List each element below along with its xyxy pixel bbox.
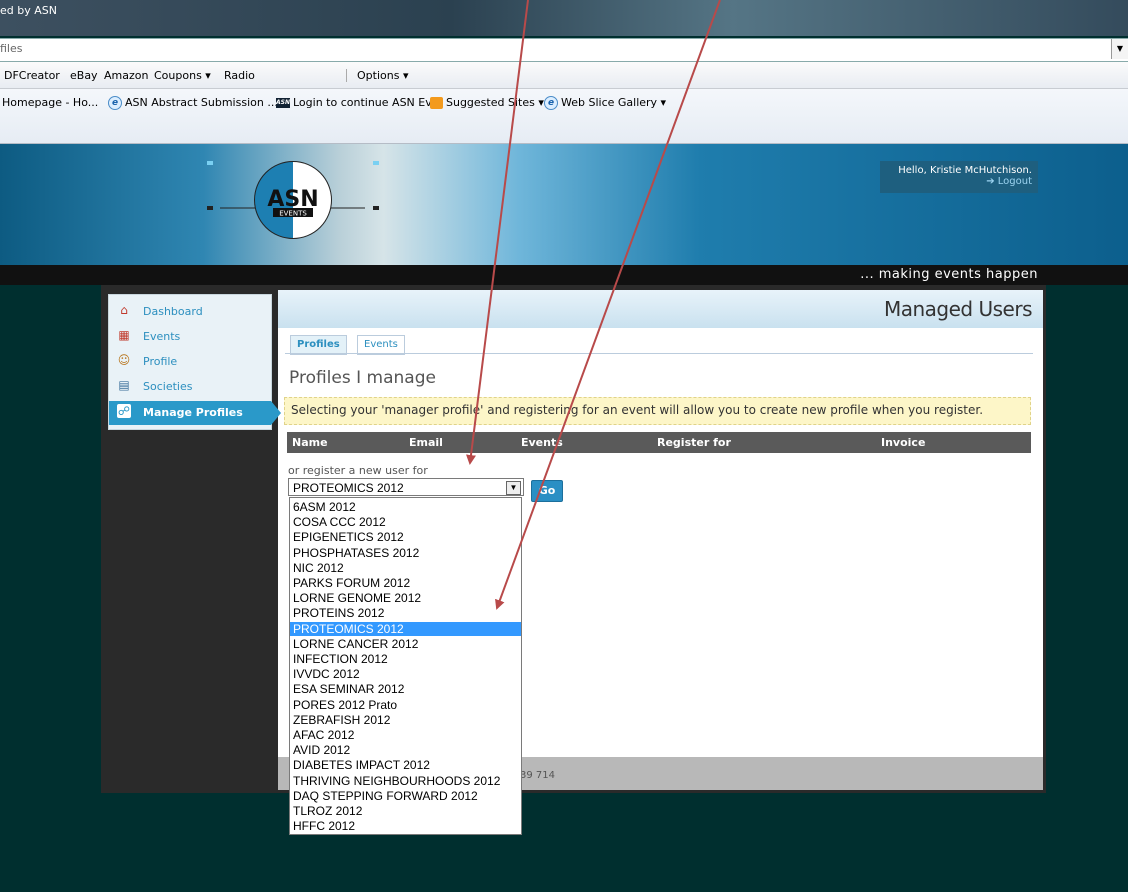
arrow-to-proteomics xyxy=(495,0,721,610)
arrow-to-register xyxy=(466,0,529,465)
annotation-arrows xyxy=(466,0,721,610)
